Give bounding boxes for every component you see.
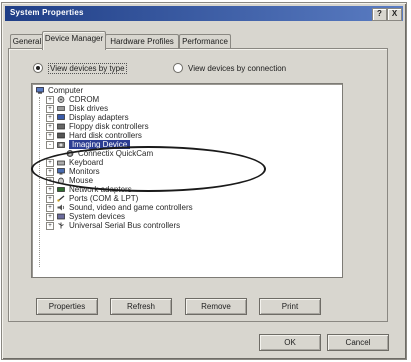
- usb-icon: [58, 222, 64, 229]
- cancel-button[interactable]: Cancel: [327, 334, 389, 351]
- network-adapter-icon: [57, 187, 65, 192]
- port-icon: [57, 195, 65, 202]
- expand-icon[interactable]: +: [46, 176, 54, 185]
- close-button[interactable]: X: [387, 8, 402, 21]
- tree-item-ports[interactable]: + Ports (COM & LPT): [46, 194, 138, 203]
- tree-item-label: Mouse: [69, 176, 94, 185]
- expand-icon[interactable]: +: [46, 113, 54, 122]
- tree-item-label: Disk drives: [69, 104, 109, 113]
- remove-button[interactable]: Remove: [185, 298, 247, 315]
- tab-hardware-profiles[interactable]: Hardware Profiles: [105, 34, 179, 49]
- view-by-type-option[interactable]: View devices by type: [33, 62, 127, 74]
- tree-connector-line: [39, 97, 40, 267]
- radio-button[interactable]: [173, 63, 183, 73]
- expand-icon[interactable]: +: [46, 95, 54, 104]
- cdrom-icon: [57, 96, 65, 103]
- expand-icon[interactable]: +: [46, 194, 54, 203]
- refresh-button[interactable]: Refresh: [110, 298, 172, 315]
- properties-button[interactable]: Properties: [36, 298, 98, 315]
- expand-icon[interactable]: +: [46, 158, 54, 167]
- print-button[interactable]: Print: [259, 298, 321, 315]
- help-button[interactable]: ?: [372, 8, 387, 21]
- tree-item-quickcam[interactable]: Connectix QuickCam: [66, 149, 153, 158]
- expand-icon[interactable]: +: [46, 221, 54, 230]
- tab-general[interactable]: General: [10, 34, 44, 49]
- tree-item-label: Connectix QuickCam: [78, 149, 154, 158]
- tree-item-floppy-controllers[interactable]: + Floppy disk controllers: [46, 122, 149, 131]
- collapse-icon[interactable]: -: [46, 140, 54, 149]
- tree-item-label: Network adapters: [69, 185, 132, 194]
- tree-item-label: Display adapters: [69, 113, 129, 122]
- imaging-device-icon: [57, 142, 65, 148]
- tree-item-label: Floppy disk controllers: [69, 122, 149, 131]
- tree-item-label-selected: Imaging Device: [69, 140, 131, 149]
- tree-item-usb-controllers[interactable]: + Universal Serial Bus controllers: [46, 221, 180, 230]
- tree-item-sound-video[interactable]: + Sound, video and game controllers: [46, 203, 193, 212]
- system-device-icon: [57, 213, 65, 220]
- tree-item-label: Universal Serial Bus controllers: [69, 221, 181, 230]
- tree-item-imaging-device[interactable]: - Imaging Device: [46, 140, 131, 149]
- disk-drive-icon: [57, 106, 65, 111]
- view-by-type-label: View devices by type: [48, 62, 127, 74]
- tree-item-mouse[interactable]: + Mouse: [46, 176, 93, 185]
- tab-performance[interactable]: Performance: [179, 34, 231, 49]
- expand-icon[interactable]: +: [46, 122, 54, 131]
- tree-item-label: System devices: [69, 212, 126, 221]
- expand-icon[interactable]: +: [46, 212, 54, 221]
- tree-item-monitors[interactable]: + Monitors: [46, 167, 100, 176]
- tree-item-label: Monitors: [69, 167, 100, 176]
- tree-item-hard-disk-controllers[interactable]: + Hard disk controllers: [46, 131, 142, 140]
- ok-button[interactable]: OK: [259, 334, 321, 351]
- tree-item-cdrom[interactable]: + CDROM: [46, 95, 99, 104]
- monitor-icon: [57, 168, 65, 175]
- tree-item-label: CDROM: [69, 95, 100, 104]
- view-by-connection-label: View devices by connection: [188, 63, 287, 73]
- tree-item-keyboard[interactable]: + Keyboard: [46, 158, 103, 167]
- expand-icon[interactable]: +: [46, 203, 54, 212]
- mouse-icon: [58, 177, 64, 184]
- speaker-icon: [57, 204, 65, 211]
- camera-icon: [66, 150, 74, 157]
- tree-item-network-adapters[interactable]: + Network adapters: [46, 185, 132, 194]
- expand-icon[interactable]: +: [46, 185, 54, 194]
- tab-device-manager[interactable]: Device Manager: [42, 31, 106, 50]
- title-bar[interactable]: System Properties ? X: [5, 6, 403, 21]
- device-tree[interactable]: Computer + CDROM + Disk drives + Display…: [31, 83, 343, 278]
- controller-icon: [57, 123, 65, 130]
- display-adapter-icon: [57, 114, 65, 120]
- tree-item-label: Ports (COM & LPT): [69, 194, 139, 203]
- expand-icon[interactable]: +: [46, 104, 54, 113]
- radio-button-selected[interactable]: [33, 63, 43, 73]
- tree-item-system-devices[interactable]: + System devices: [46, 212, 125, 221]
- controller-icon: [57, 132, 65, 139]
- computer-icon: [36, 87, 44, 94]
- tree-item-label: Sound, video and game controllers: [69, 203, 193, 212]
- tree-item-label: Hard disk controllers: [69, 131, 142, 140]
- tree-root-label: Computer: [48, 86, 84, 95]
- tree-item-display-adapters[interactable]: + Display adapters: [46, 113, 129, 122]
- tree-item-label: Keyboard: [69, 158, 104, 167]
- view-by-connection-option[interactable]: View devices by connection: [173, 62, 286, 74]
- tree-root-computer[interactable]: Computer: [36, 86, 83, 95]
- window-title: System Properties: [10, 8, 84, 17]
- expand-icon[interactable]: +: [46, 167, 54, 176]
- keyboard-icon: [57, 160, 65, 166]
- tree-item-disk-drives[interactable]: + Disk drives: [46, 104, 108, 113]
- expand-icon[interactable]: +: [46, 131, 54, 140]
